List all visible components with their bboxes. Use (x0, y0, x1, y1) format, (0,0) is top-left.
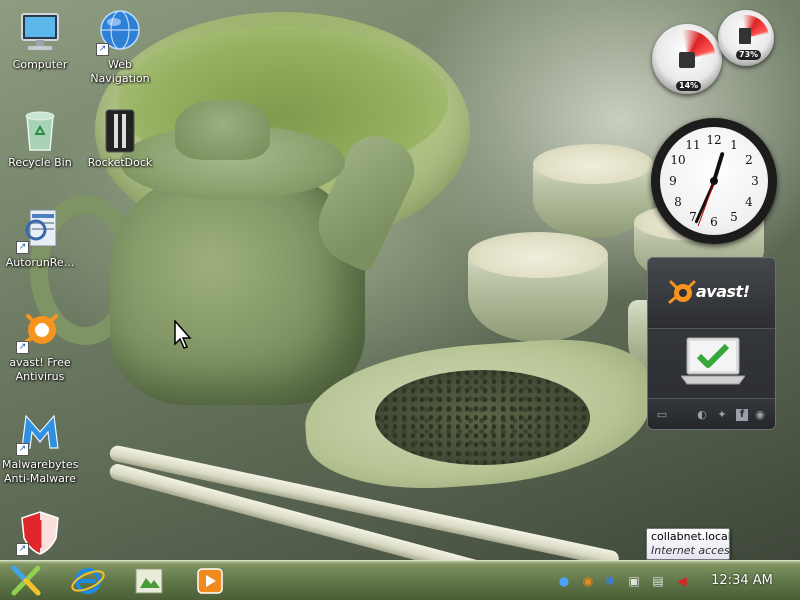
file-manager-icon (135, 568, 163, 594)
desktop-icon-computer[interactable]: Computer (2, 8, 78, 72)
clock-number: 1 (730, 138, 738, 152)
firefox-icon[interactable]: ◉ (580, 573, 596, 589)
taskbar-internet-explorer[interactable] (68, 564, 108, 597)
wallpaper-teapot-knob (175, 100, 270, 160)
malwarebytes-icon: ↗ (16, 408, 64, 456)
media-player-icon (197, 568, 223, 594)
start-button[interactable] (6, 564, 46, 597)
desktop[interactable]: Computer ↗ Web Navigation Recycle Bin Ro… (0, 0, 800, 560)
desktop-icon-avast[interactable]: ↗ avast! Free Antivirus (2, 306, 78, 384)
clock-center-pin (710, 177, 718, 185)
desktop-icon-label: Malwarebytes Anti-Malware (2, 458, 78, 485)
shield-icon: ↗ (16, 508, 64, 556)
clock-number: 12 (706, 133, 722, 147)
memory-gauge: 73% (718, 10, 774, 66)
mouse-cursor-icon (174, 320, 192, 349)
desktop-icon-rocketdock[interactable]: RocketDock (82, 106, 158, 170)
taskbar-file-manager[interactable] (130, 564, 170, 597)
facebook-icon[interactable]: f (736, 409, 748, 421)
window-icon[interactable]: ▭ (656, 409, 668, 421)
clock-number: 6 (710, 215, 718, 229)
desktop-icon-autorunre[interactable]: ↗ AutorunRe... (2, 206, 78, 270)
tooltip-subtitle: Internet access (651, 544, 730, 557)
start-x-icon (11, 565, 41, 596)
clock-number: 4 (745, 195, 753, 209)
desktop-icon-label: avast! Free Antivirus (9, 356, 71, 383)
refresh-icon[interactable]: ◐ (696, 409, 708, 421)
clock-number: 3 (751, 174, 759, 188)
taskbar-media-player[interactable] (190, 564, 230, 597)
volume-muted-icon[interactable]: ◀ (674, 573, 690, 589)
cpu-readout: 14% (676, 81, 702, 91)
desktop-icon-label: AutorunRe... (5, 256, 75, 269)
cpu-gauge: 14% (652, 24, 722, 94)
processor-icon (679, 52, 695, 68)
desktop-icon-web-navigation[interactable]: ↗ Web Navigation (82, 8, 158, 86)
shortcut-arrow-icon: ↗ (16, 241, 29, 254)
wallpaper-cup-top (468, 232, 608, 278)
clock-number: 10 (670, 153, 686, 167)
clock-gadget[interactable]: 12 1 2 3 4 5 6 7 8 9 10 11 (651, 118, 777, 244)
internet-explorer-icon (71, 568, 105, 594)
globe-icon: ↗ (96, 8, 144, 56)
desktop-icon-recycle-bin[interactable]: Recycle Bin (2, 106, 78, 170)
notification-icon[interactable]: ▤ (650, 573, 666, 589)
network-tooltip: collabnet.local Internet access (646, 528, 730, 560)
desktop-icon-label: Web Navigation (90, 58, 150, 85)
protected-laptop-icon (681, 337, 745, 385)
twitter-icon[interactable]: ✦ (716, 409, 728, 421)
avast-gadget[interactable]: avast! ▭ ◐ ✦ f ◉ (647, 257, 776, 430)
taskbar[interactable]: ● ◉ ✱ ▣ ▤ ◀ 12:34 AM (0, 560, 800, 600)
computer-icon (16, 8, 64, 56)
wallpaper-tea-leaves (375, 370, 590, 465)
shortcut-arrow-icon: ↗ (96, 43, 109, 56)
network-icon[interactable]: ▣ (626, 573, 642, 589)
shortcut-arrow-icon: ↗ (16, 543, 29, 556)
clock-number: 2 (745, 153, 753, 167)
shortcut-arrow-icon: ↗ (16, 341, 29, 354)
desktop-icon-security-shield[interactable]: ↗ (2, 508, 78, 558)
shortcut-arrow-icon: ↗ (16, 443, 29, 456)
recycle-bin-icon (16, 106, 64, 154)
avast-header: avast! (648, 258, 775, 329)
clock-number: 5 (730, 210, 738, 224)
desktop-icon-label: Recycle Bin (8, 156, 72, 169)
tooltip-title: collabnet.local (651, 530, 730, 543)
autoruns-icon: ↗ (16, 206, 64, 254)
avast-logo-text: avast! (696, 282, 750, 301)
avast-icon: ↗ (16, 306, 64, 354)
clock-number: 8 (674, 195, 682, 209)
clock-number: 9 (669, 174, 677, 188)
desktop-icon-malwarebytes[interactable]: ↗ Malwarebytes Anti-Malware (2, 408, 78, 486)
bluetooth-icon[interactable]: ✱ (602, 573, 618, 589)
rss-icon[interactable]: ◉ (754, 409, 766, 421)
memory-readout: 73% (736, 50, 762, 60)
chrome-icon[interactable]: ● (556, 573, 572, 589)
clock-number: 11 (685, 138, 701, 152)
rocketdock-icon (96, 106, 144, 154)
wallpaper-cup-top (533, 144, 653, 184)
desktop-icon-label: RocketDock (87, 156, 153, 169)
memory-chip-icon (739, 28, 751, 44)
avast-logo-icon (668, 280, 696, 304)
taskbar-clock[interactable]: 12:34 AM (702, 572, 782, 590)
desktop-icon-label: Computer (12, 58, 68, 71)
avast-footer: ▭ ◐ ✦ f ◉ (648, 398, 775, 429)
